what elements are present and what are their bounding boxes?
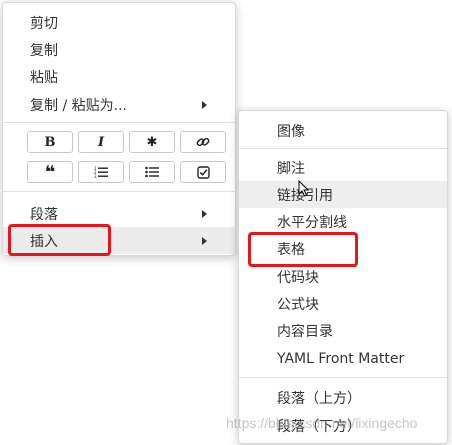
submenu-item-yaml-front-matter[interactable]: YAML Front Matter <box>239 345 447 372</box>
link-button[interactable] <box>180 131 226 153</box>
checkbox-icon <box>196 165 210 179</box>
bold-button[interactable]: B <box>27 131 73 153</box>
menu-item-label: 剪切 <box>30 15 58 32</box>
menu-item-label: 代码块 <box>277 269 319 286</box>
menu-item-label: 图像 <box>277 123 305 140</box>
ordered-list-button[interactable]: 1 2 3 <box>78 161 124 183</box>
task-list-button[interactable] <box>180 161 226 183</box>
menu-item-label: 内容目录 <box>277 323 333 340</box>
menu-item-label: 复制 / 粘贴为... <box>30 97 127 114</box>
submenu-item-code-block[interactable]: 代码块 <box>239 263 447 290</box>
menu-item-paste[interactable]: 粘贴 <box>3 63 235 90</box>
quote-button[interactable]: ❝ <box>27 161 73 183</box>
menu-item-copy[interactable]: 复制 <box>3 36 235 63</box>
separator <box>3 191 235 192</box>
menu-item-copy-paste-as[interactable]: 复制 / 粘贴为... <box>3 91 235 118</box>
separator <box>239 148 447 149</box>
submenu-arrow-icon <box>202 100 207 109</box>
submenu-item-table[interactable]: 表格 <box>239 235 447 262</box>
submenu-item-horizontal-rule[interactable]: 水平分割线 <box>239 208 447 235</box>
separator <box>239 377 447 378</box>
separator <box>3 122 235 123</box>
ordered-list-icon: 1 2 3 <box>94 166 108 178</box>
menu-item-label: 段落（上方） <box>277 390 361 407</box>
menu-item-label: 水平分割线 <box>277 214 347 231</box>
submenu-item-paragraph-above[interactable]: 段落（上方） <box>239 384 447 411</box>
watermark: https://blog.csdn.net/lixingecho <box>226 415 418 431</box>
submenu-item-link-reference[interactable]: 链接引用 <box>239 181 447 208</box>
link-icon <box>196 137 210 147</box>
menu-item-label: 段落 <box>30 206 58 223</box>
menu-item-paragraph[interactable]: 段落 <box>3 200 235 227</box>
submenu-arrow-icon <box>202 209 207 218</box>
context-menu: 剪切 复制 粘贴 复制 / 粘贴为... B I ✱ ❝ 1 2 3 段落 插入 <box>2 2 236 256</box>
menu-item-label: 插入 <box>30 233 58 250</box>
insert-submenu: 图像 脚注 链接引用 水平分割线 表格 代码块 公式块 内容目录 YAML Fr… <box>238 110 448 444</box>
submenu-arrow-icon <box>202 236 207 245</box>
menu-item-label: YAML Front Matter <box>277 350 405 367</box>
menu-item-label: 复制 <box>30 42 58 59</box>
svg-text:3: 3 <box>94 174 97 178</box>
menu-item-label: 表格 <box>277 241 305 258</box>
submenu-item-footnote[interactable]: 脚注 <box>239 154 447 181</box>
quote-icon: ❝ <box>44 161 56 183</box>
unordered-list-button[interactable] <box>129 161 175 183</box>
menu-item-insert[interactable]: 插入 <box>3 227 235 254</box>
mouse-cursor-icon <box>298 180 309 197</box>
submenu-item-toc[interactable]: 内容目录 <box>239 317 447 344</box>
menu-item-label: 脚注 <box>277 160 305 177</box>
submenu-item-math-block[interactable]: 公式块 <box>239 290 447 317</box>
menu-item-label: 粘贴 <box>30 69 58 86</box>
menu-item-label: 公式块 <box>277 296 319 313</box>
code-button[interactable]: ✱ <box>129 131 175 153</box>
menu-item-cut[interactable]: 剪切 <box>3 9 235 36</box>
asterisk-icon: ✱ <box>146 134 158 150</box>
submenu-item-image[interactable]: 图像 <box>239 117 447 144</box>
unordered-list-icon <box>145 166 159 178</box>
italic-button[interactable]: I <box>78 131 124 153</box>
